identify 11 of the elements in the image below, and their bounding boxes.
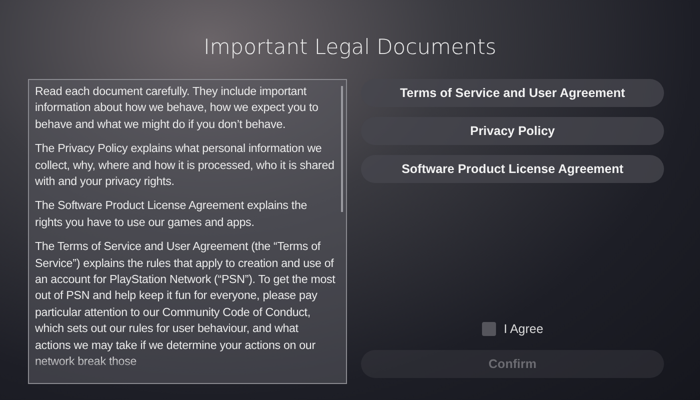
document-paragraph: Read each document carefully. They include important information about how we behave, how we expect you to behave and what we might do if you don’t behave. (35, 84, 320, 133)
agree-checkbox[interactable] (482, 322, 496, 336)
page-title: Important Legal Documents (204, 34, 496, 61)
agree-label[interactable]: I Agree (504, 322, 544, 336)
document-paragraph: The Terms of Service and User Agreement (the “Terms of Service”) explains the rules that apply to creation and use of an account for PlayStation Network (“PSN”). To get the most out of PSN and help keep it fun for everyone, please pay particular attention to our Community Code of Conduct, which sets out our rules for user behaviour, and what actions we may take if we determine your actions on our network break those (35, 239, 336, 370)
document-button[interactable]: Privacy Policy (361, 117, 664, 145)
document-button[interactable]: Software Product License Agreement (361, 155, 664, 183)
scrollbar-thumb[interactable] (341, 86, 343, 212)
document-paragraph: The Privacy Policy explains what personal information we collect, why, where and how it is processed, who it is shared with and your privacy rights. (35, 141, 336, 190)
document-paragraph: The Software Product License Agreement explains the rights you have to use our games and apps. (35, 198, 308, 231)
document-button[interactable]: Terms of Service and User Agreement (361, 79, 664, 107)
